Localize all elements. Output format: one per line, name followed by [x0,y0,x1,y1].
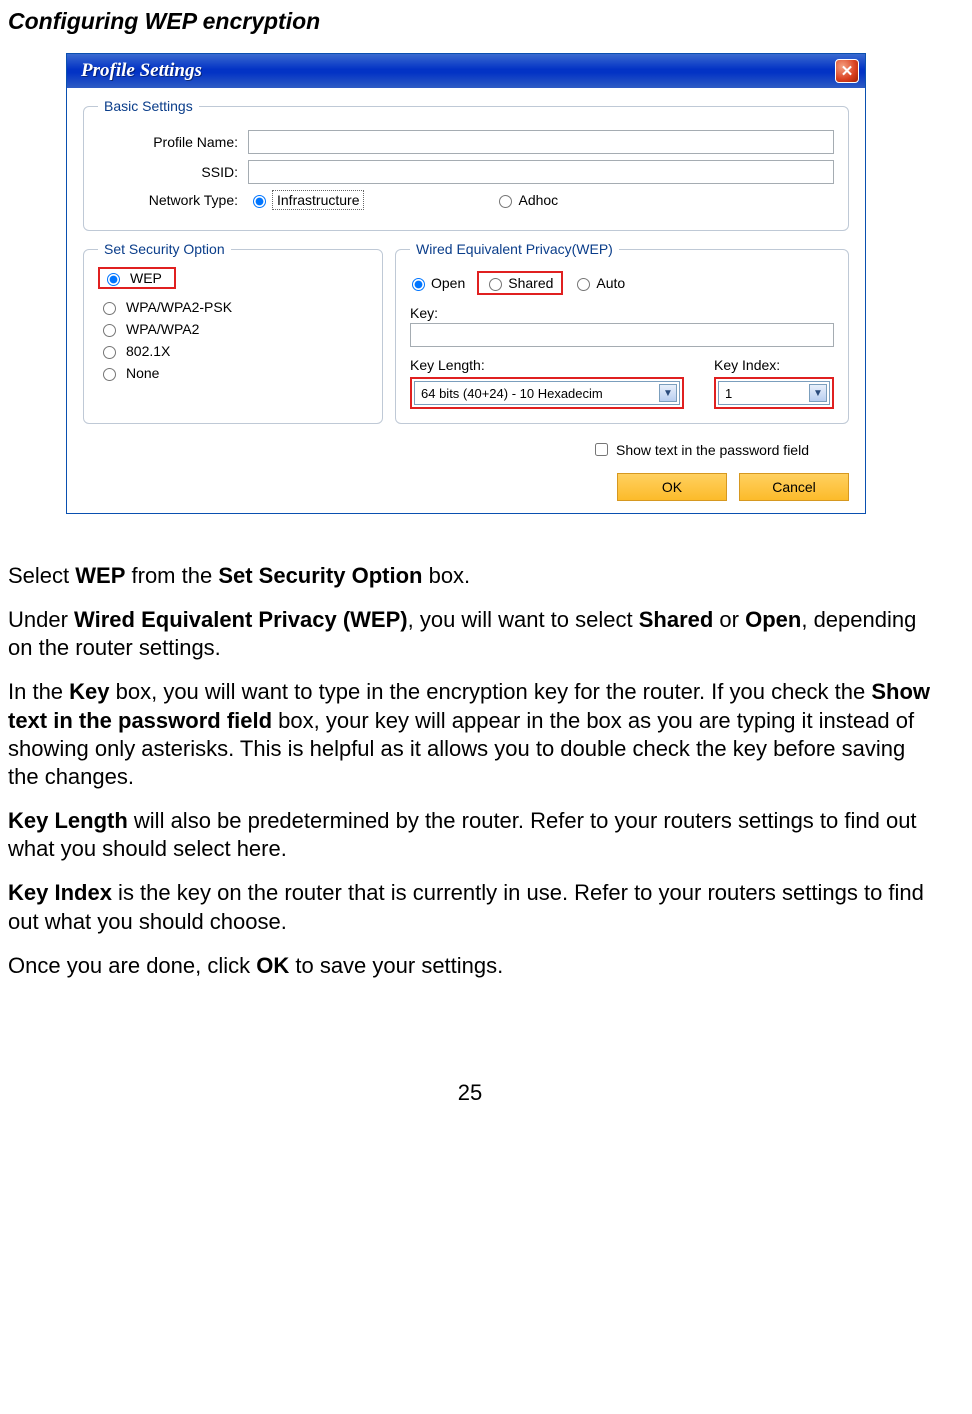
key-length-value: 64 bits (40+24) - 10 Hexadecim [421,386,603,401]
open-radio-label: Open [431,275,465,291]
doc-paragraph-1: Select WEP from the Set Security Option … [8,562,932,590]
auto-radio-label: Auto [596,275,625,291]
window-title: Profile Settings [81,60,202,82]
key-index-select[interactable]: 1 ▼ [718,381,830,405]
shared-highlight: Shared [477,271,563,295]
auto-radio[interactable]: Auto [575,275,625,291]
none-radio-input[interactable] [103,368,116,381]
wep-radio-input[interactable] [107,273,120,286]
titlebar: Profile Settings ✕ [67,54,865,88]
adhoc-radio-label: Adhoc [518,192,558,208]
wep-radio[interactable]: WEP [102,270,162,286]
none-radio[interactable]: None [98,365,368,381]
basic-settings-legend: Basic Settings [98,98,199,114]
infrastructure-radio-label: Infrastructure [272,190,364,210]
chevron-down-icon: ▼ [809,384,827,402]
dot1x-radio[interactable]: 802.1X [98,343,368,359]
set-security-option-group: Set Security Option WEP WPA/WPA2-PSK WPA… [83,241,383,424]
show-text-checkbox-input[interactable] [595,443,608,456]
none-radio-label: None [126,365,159,381]
chevron-down-icon: ▼ [659,384,677,402]
dot1x-radio-input[interactable] [103,346,116,359]
key-index-value: 1 [725,386,732,401]
dot1x-radio-label: 802.1X [126,343,170,359]
show-text-checkbox[interactable]: Show text in the password field [591,440,809,459]
cancel-button[interactable]: Cancel [739,473,849,501]
page-heading: Configuring WEP encryption [8,8,932,35]
key-length-label: Key Length: [410,357,684,373]
wep-group: Wired Equivalent Privacy(WEP) Open Share… [395,241,849,424]
doc-paragraph-6: Once you are done, click OK to save your… [8,952,932,980]
adhoc-radio[interactable]: Adhoc [494,192,558,208]
open-radio-input[interactable] [412,278,425,291]
key-index-highlight: 1 ▼ [714,377,834,409]
key-length-highlight: 64 bits (40+24) - 10 Hexadecim ▼ [410,377,684,409]
wpawpa2-radio-input[interactable] [103,324,116,337]
profile-name-label: Profile Name: [98,134,248,150]
key-label: Key: [410,305,834,321]
wpawpa2psk-radio-input[interactable] [103,302,116,315]
auto-radio-input[interactable] [577,278,590,291]
adhoc-radio-input[interactable] [499,195,512,208]
shared-radio-label: Shared [508,275,553,291]
key-index-label: Key Index: [714,357,834,373]
ssid-input[interactable] [248,160,834,184]
window-body: Basic Settings Profile Name: SSID: Netwo… [67,88,865,513]
show-text-label: Show text in the password field [616,442,809,458]
screenshot: Profile Settings ✕ Basic Settings Profil… [66,53,932,514]
security-legend: Set Security Option [98,241,231,257]
doc-paragraph-4: Key Length will also be predetermined by… [8,807,932,863]
profile-settings-window: Profile Settings ✕ Basic Settings Profil… [66,53,866,514]
wpawpa2-radio[interactable]: WPA/WPA2 [98,321,368,337]
infrastructure-radio[interactable]: Infrastructure [248,190,364,210]
open-radio[interactable]: Open [410,275,465,291]
close-button[interactable]: ✕ [835,59,859,83]
cancel-button-label: Cancel [772,479,816,495]
page-number: 25 [8,1080,932,1106]
wep-legend: Wired Equivalent Privacy(WEP) [410,241,619,257]
doc-paragraph-5: Key Index is the key on the router that … [8,879,932,935]
wpawpa2-radio-label: WPA/WPA2 [126,321,199,337]
key-input[interactable] [410,323,834,347]
infrastructure-radio-input[interactable] [253,195,266,208]
basic-settings-group: Basic Settings Profile Name: SSID: Netwo… [83,98,849,231]
profile-name-input[interactable] [248,130,834,154]
ssid-label: SSID: [98,164,248,180]
doc-paragraph-2: Under Wired Equivalent Privacy (WEP), yo… [8,606,932,662]
wpawpa2psk-radio-label: WPA/WPA2-PSK [126,299,232,315]
key-length-select[interactable]: 64 bits (40+24) - 10 Hexadecim ▼ [414,381,680,405]
wpawpa2psk-radio[interactable]: WPA/WPA2-PSK [98,299,368,315]
network-type-label: Network Type: [98,192,248,208]
wep-highlight: WEP [98,267,176,289]
ok-button-label: OK [662,479,682,495]
wep-radio-label: WEP [130,270,162,286]
shared-radio[interactable]: Shared [487,275,553,291]
shared-radio-input[interactable] [489,278,502,291]
close-icon: ✕ [841,64,854,79]
doc-paragraph-3: In the Key box, you will want to type in… [8,678,932,791]
ok-button[interactable]: OK [617,473,727,501]
